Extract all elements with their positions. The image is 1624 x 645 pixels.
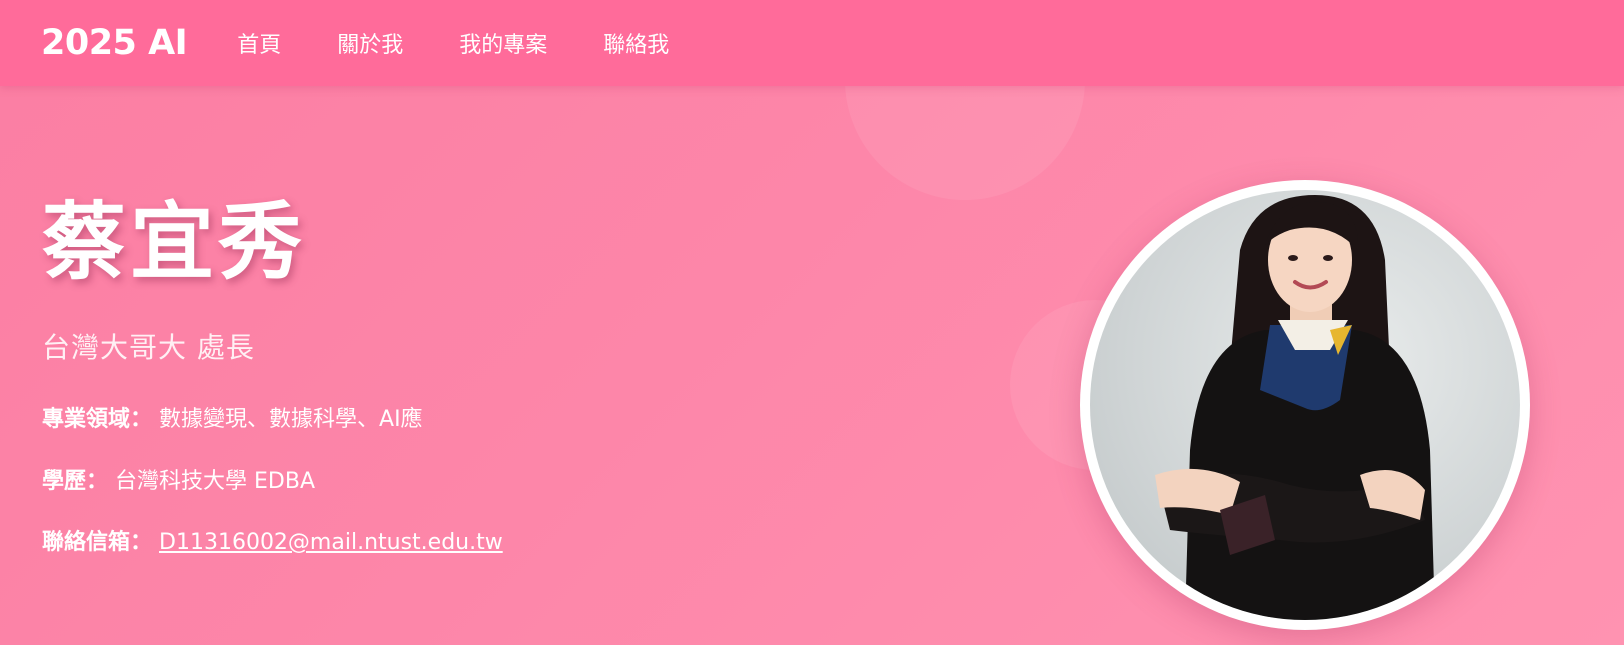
nav-link-projects[interactable]: 我的專案 bbox=[459, 27, 547, 59]
info-expertise: 專業領域： 數據變現、數據科學、AI應 bbox=[42, 409, 423, 431]
person-title: 台灣大哥大 處長 bbox=[42, 331, 255, 364]
info-value: 台灣科技大學 EDBA bbox=[115, 469, 315, 494]
person-name: 蔡宜秀 bbox=[42, 193, 307, 291]
hero-section: 蔡宜秀 台灣大哥大 處長 bbox=[42, 200, 306, 366]
profile-photo-frame bbox=[1080, 180, 1530, 630]
nav-link-contact[interactable]: 聯絡我 bbox=[603, 27, 669, 59]
info-value: 數據變現、數據科學、AI應 bbox=[159, 407, 423, 432]
info-label: 專業領域： bbox=[42, 407, 153, 432]
info-email: 聯絡信箱： D11316002@mail.ntust.edu.tw bbox=[42, 532, 503, 554]
info-education: 學歷： 台灣科技大學 EDBA bbox=[42, 471, 315, 493]
info-label: 聯絡信箱： bbox=[42, 530, 153, 555]
email-link[interactable]: D11316002@mail.ntust.edu.tw bbox=[159, 530, 503, 555]
info-label: 學歷： bbox=[42, 469, 109, 494]
portrait-illustration bbox=[1155, 195, 1435, 620]
brand-logo[interactable]: 2025 AI bbox=[41, 23, 188, 63]
nav-link-home[interactable]: 首頁 bbox=[237, 27, 281, 59]
top-navbar: 2025 AI 首頁 關於我 我的專案 聯絡我 bbox=[0, 0, 1624, 86]
profile-photo bbox=[1090, 190, 1520, 620]
nav-link-about[interactable]: 關於我 bbox=[337, 27, 403, 59]
